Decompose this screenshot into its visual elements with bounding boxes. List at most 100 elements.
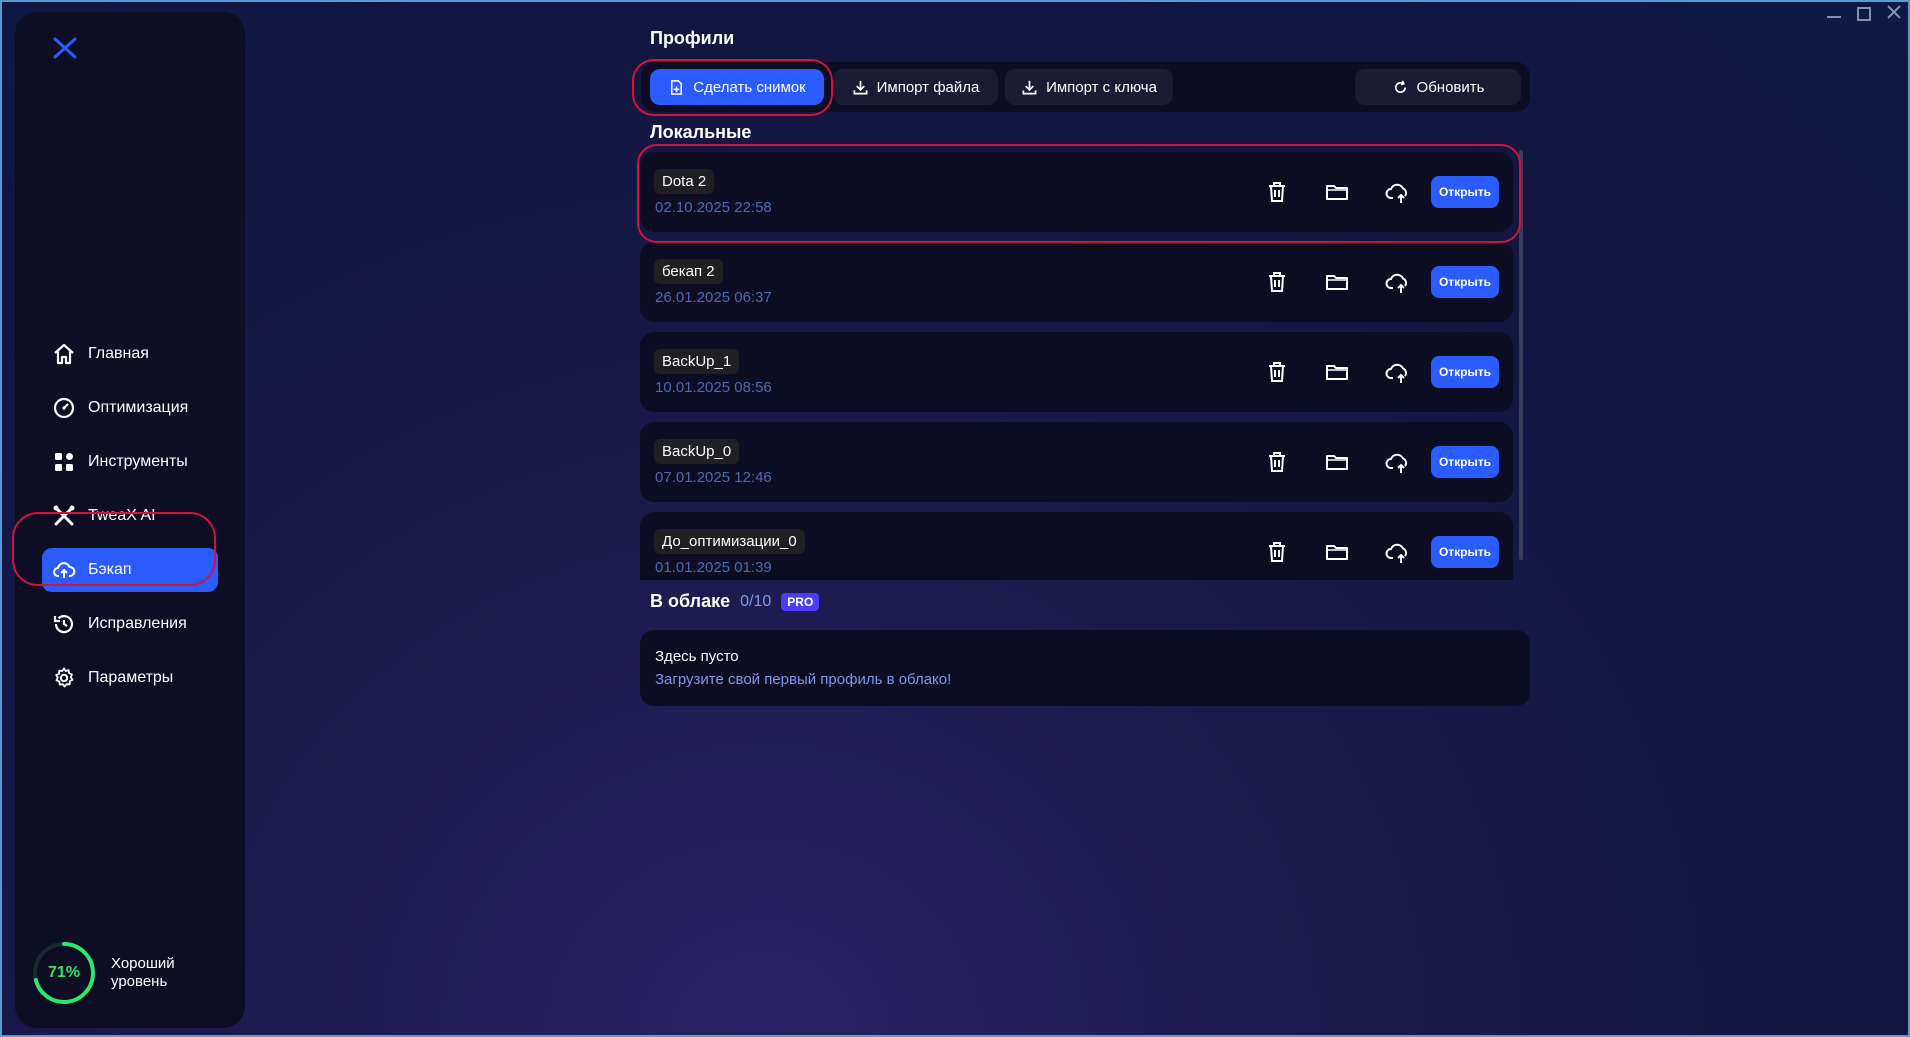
cloud-upload-icon	[53, 562, 76, 578]
open-profile-button[interactable]: Открыть	[1431, 536, 1499, 568]
new-file-icon	[671, 79, 683, 95]
list-scrollbar[interactable]	[1519, 150, 1523, 560]
local-profiles-list: Dota 2 02.10.2025 22:58 Открыть бекап 2 …	[640, 150, 1515, 580]
refresh-button[interactable]: Обновить	[1355, 69, 1521, 105]
profile-date: 01.01.2025 01:39	[655, 559, 772, 576]
sidebar-item-home[interactable]: Главная	[42, 332, 218, 376]
upload-cloud-button[interactable]	[1367, 444, 1427, 480]
level-ring: 71%	[31, 940, 97, 1006]
profile-name: бекап 2	[654, 259, 723, 284]
snapshot-label: Сделать снимок	[693, 78, 806, 96]
open-folder-button[interactable]	[1307, 354, 1367, 390]
refresh-label: Обновить	[1416, 78, 1485, 96]
gear-icon	[55, 667, 74, 688]
cloud-section-header: В облаке 0/10 PRO	[650, 591, 820, 612]
delete-button[interactable]	[1247, 174, 1307, 210]
import-file-label: Импорт файла	[876, 78, 980, 96]
open-folder-button[interactable]	[1307, 534, 1367, 570]
sidebar-item-label: Оптимизация	[88, 399, 189, 416]
sidebar-item-tweax-ai[interactable]: TweaX AI	[42, 494, 218, 538]
sidebar-item-optimization[interactable]: Оптимизация	[42, 386, 218, 430]
trash-icon	[1269, 362, 1285, 382]
folder-icon	[1326, 455, 1348, 470]
page-title: Профили	[650, 28, 735, 48]
profile-date: 26.01.2025 06:37	[655, 289, 772, 306]
cloud-upload-icon	[1385, 363, 1408, 383]
download-icon	[1022, 80, 1037, 94]
profile-name: BackUp_1	[654, 349, 740, 374]
level-text: Хороший уровень	[111, 955, 175, 990]
grid-icon	[55, 453, 73, 471]
delete-button[interactable]	[1247, 354, 1307, 390]
profile-card: Dota 2 02.10.2025 22:58 Открыть	[640, 152, 1513, 232]
upload-cloud-button[interactable]	[1367, 354, 1427, 390]
level-percent: 71%	[47, 964, 81, 981]
maximize-icon	[1857, 6, 1871, 21]
open-folder-button[interactable]	[1307, 174, 1367, 210]
minimize-icon	[1827, 15, 1841, 18]
upload-cloud-button[interactable]	[1367, 264, 1427, 300]
profile-actions: Открыть	[1247, 354, 1499, 390]
profile-actions: Открыть	[1247, 444, 1499, 480]
cloud-empty-state: Здесь пусто Загрузите свой первый профил…	[640, 630, 1530, 706]
open-profile-button[interactable]: Открыть	[1431, 446, 1499, 478]
app-logo-icon	[53, 37, 77, 59]
open-profile-button[interactable]: Открыть	[1431, 266, 1499, 298]
profile-actions: Открыть	[1247, 534, 1499, 570]
cloud-upload-icon	[1385, 183, 1408, 203]
folder-icon	[1326, 275, 1348, 290]
open-folder-button[interactable]	[1307, 264, 1367, 300]
trash-icon	[1269, 272, 1285, 292]
upload-cloud-button[interactable]	[1367, 174, 1427, 210]
profile-date: 02.10.2025 22:58	[655, 199, 772, 216]
profile-card: бекап 2 26.01.2025 06:37 Открыть	[640, 242, 1513, 322]
sidebar-item-tools[interactable]: Инструменты	[42, 440, 218, 484]
system-level: 71% Хороший уровень	[31, 940, 191, 1006]
sidebar: Главная Оптимизация Инструменты TweaX AI…	[15, 12, 245, 1028]
history-icon	[53, 615, 74, 634]
refresh-icon	[1394, 80, 1406, 93]
minimize-button[interactable]	[1824, 2, 1844, 22]
profile-card: BackUp_0 07.01.2025 12:46 Открыть	[640, 422, 1513, 502]
window-controls	[1824, 2, 1904, 22]
import-key-label: Импорт с ключа	[1046, 78, 1157, 96]
sidebar-item-backup[interactable]: Бэкап	[42, 548, 218, 592]
pro-badge: PRO	[781, 592, 820, 611]
open-profile-button[interactable]: Открыть	[1431, 356, 1499, 388]
cloud-upload-icon	[1385, 453, 1408, 473]
folder-icon	[1326, 545, 1348, 560]
profiles-toolbar: Сделать снимок Импорт файла Импорт с клю…	[641, 62, 1530, 112]
sidebar-item-label: Параметры	[88, 669, 174, 686]
cloud-count: 0/10	[740, 592, 772, 610]
sidebar-item-label: Главная	[88, 345, 149, 362]
download-icon	[853, 80, 868, 94]
open-profile-button[interactable]: Открыть	[1431, 176, 1499, 208]
profile-name: До_оптимизации_0	[654, 529, 805, 554]
empty-hint: Загрузите свой первый профиль в облако!	[655, 671, 952, 688]
profile-actions: Открыть	[1247, 174, 1499, 210]
sidebar-item-settings[interactable]: Параметры	[42, 656, 218, 700]
import-key-button[interactable]: Импорт с ключа	[1005, 69, 1173, 105]
cloud-upload-icon	[1385, 543, 1408, 563]
maximize-button[interactable]	[1854, 2, 1874, 22]
sidebar-nav: Главная Оптимизация Инструменты TweaX AI…	[42, 332, 218, 710]
delete-button[interactable]	[1247, 534, 1307, 570]
upload-cloud-button[interactable]	[1367, 534, 1427, 570]
delete-button[interactable]	[1247, 264, 1307, 300]
sidebar-item-fixes[interactable]: Исправления	[42, 602, 218, 646]
sidebar-item-label: Инструменты	[88, 453, 188, 470]
trash-icon	[1269, 452, 1285, 472]
trash-icon	[1269, 542, 1285, 562]
open-folder-button[interactable]	[1307, 444, 1367, 480]
profile-date: 10.01.2025 08:56	[655, 379, 772, 396]
profile-actions: Открыть	[1247, 264, 1499, 300]
delete-button[interactable]	[1247, 444, 1307, 480]
snapshot-button[interactable]: Сделать снимок	[650, 69, 824, 105]
import-file-button[interactable]: Импорт файла	[833, 69, 998, 105]
close-icon	[1887, 5, 1901, 19]
local-section-title: Локальные	[650, 122, 752, 142]
sidebar-item-label: TweaX AI	[88, 507, 156, 524]
close-button[interactable]	[1884, 2, 1904, 22]
folder-icon	[1326, 185, 1348, 200]
home-icon	[54, 343, 74, 365]
